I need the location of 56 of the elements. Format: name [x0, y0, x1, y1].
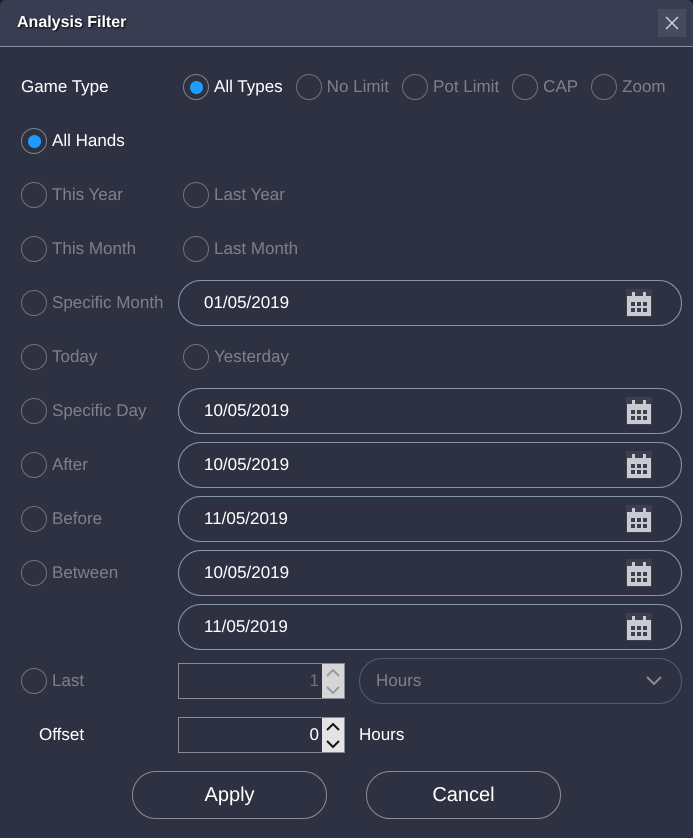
date-field[interactable]: 10/05/2019 [178, 442, 682, 488]
date-field[interactable]: 11/05/2019 [178, 496, 682, 542]
date-field[interactable]: 10/05/2019 [178, 388, 682, 434]
radio-label[interactable]: This Year [52, 185, 123, 205]
radio-button[interactable] [21, 452, 47, 478]
date-field[interactable]: 10/05/2019 [178, 550, 682, 596]
radio-button[interactable] [21, 560, 47, 586]
radio-button[interactable] [591, 74, 618, 100]
radio-label[interactable]: All Hands [52, 131, 125, 151]
field-label: Game Type [21, 77, 109, 97]
field-label: Offset [39, 725, 84, 745]
radio-label[interactable]: After [52, 455, 88, 475]
radio-label[interactable]: Yesterday [214, 347, 289, 367]
window-title: Analysis Filter [17, 14, 126, 32]
date-field[interactable]: 11/05/2019 [178, 604, 682, 650]
radio-button[interactable] [402, 74, 428, 100]
radio-label[interactable]: All Types [214, 77, 283, 97]
close-icon [664, 15, 680, 31]
close-button[interactable] [658, 9, 686, 37]
radio-label[interactable]: Pot Limit [433, 77, 500, 97]
radio-label[interactable]: CAP [543, 77, 578, 97]
radio-label[interactable]: Last Month [214, 239, 298, 259]
radio-button[interactable] [296, 74, 322, 100]
radio-button[interactable] [21, 506, 47, 532]
radio-button[interactable] [21, 236, 47, 262]
radio-label[interactable]: Last Year [214, 185, 285, 205]
radio-button[interactable] [183, 344, 209, 370]
radio-button[interactable] [21, 128, 47, 154]
radio-label[interactable]: No Limit [326, 77, 390, 97]
chevron-down-icon [645, 675, 663, 687]
radio-button[interactable] [21, 398, 47, 424]
radio-label[interactable]: Specific Month [52, 293, 164, 313]
radio-button[interactable] [21, 290, 47, 316]
calendar-icon[interactable] [626, 613, 652, 641]
radio-label[interactable]: Today [52, 347, 98, 367]
calendar-icon[interactable] [626, 559, 652, 587]
date-field[interactable]: 01/05/2019 [178, 280, 682, 326]
radio-button[interactable] [21, 182, 47, 208]
radio-label[interactable]: This Month [52, 239, 136, 259]
radio-button[interactable] [21, 344, 47, 370]
dialog-button[interactable]: Cancel [366, 771, 561, 819]
unit-label: Hours [359, 725, 404, 745]
calendar-icon[interactable] [626, 397, 652, 425]
radio-label[interactable]: Zoom [622, 77, 666, 97]
radio-button[interactable] [183, 74, 209, 100]
radio-label[interactable]: Before [52, 509, 102, 529]
calendar-icon[interactable] [626, 505, 652, 533]
radio-label[interactable]: Specific Day [52, 401, 146, 421]
radio-label[interactable]: Between [52, 563, 118, 583]
radio-button[interactable] [183, 182, 209, 208]
number-field[interactable]: 0 [178, 717, 345, 753]
radio-button[interactable] [512, 74, 538, 100]
calendar-icon[interactable] [626, 451, 652, 479]
calendar-icon[interactable] [626, 289, 652, 317]
radio-button[interactable] [183, 236, 209, 262]
dialog-button[interactable]: Apply [132, 771, 327, 819]
